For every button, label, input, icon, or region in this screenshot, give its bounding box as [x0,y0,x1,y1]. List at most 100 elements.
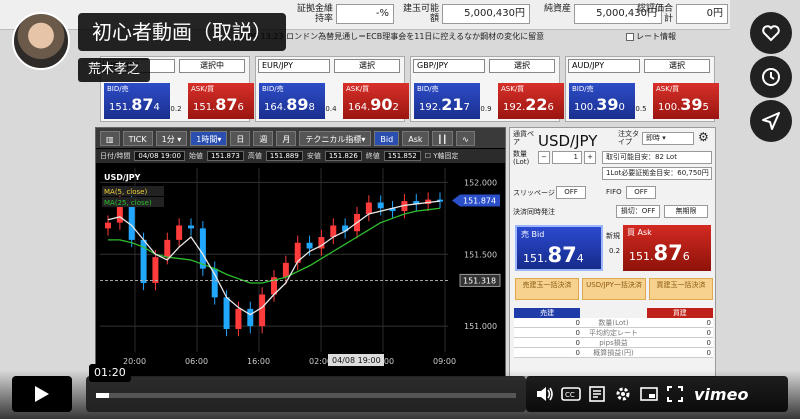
gear-icon[interactable]: ⚙ [698,130,709,144]
order-type-select[interactable]: 即時 ▾ [642,132,694,145]
candle [377,202,384,209]
pair-select-button[interactable]: 選択 [489,59,555,73]
progress-bar[interactable] [96,393,516,398]
pair-bid-button[interactable]: BID/売 164.898 [259,83,325,119]
bar-chart-icon[interactable]: ▥ [100,130,120,146]
chart-toolbar: ▥ TICK 1分 ▾ 1時間▾ 日 週 月 テクニカル指標▾ Bid Ask … [96,128,505,148]
y-tick-label: 151.500 [464,250,497,259]
video-title[interactable]: 初心者動画（取説） [78,13,286,51]
qty-plus-button[interactable]: + [584,151,596,164]
volume-icon[interactable] [534,383,556,405]
play-button[interactable] [12,376,72,412]
crosshair-time: 04/08 19:00 [332,356,381,365]
margin-ratio: 証拠金維持率 -% [296,4,394,24]
candle [223,297,230,329]
pair-select[interactable]: EUR/JPY [258,59,330,73]
minute-select[interactable]: 1分 ▾ [155,130,188,146]
pair-ask-button[interactable]: ASK/買 151.876 [188,83,254,119]
candle [247,308,254,327]
svg-text:CC: CC [565,391,575,399]
share-button[interactable] [750,100,792,142]
video-author[interactable]: 荒木孝之 [78,58,151,82]
unlimited-button[interactable]: 無期限 [664,205,708,218]
bid-toggle[interactable]: Bid [374,130,400,146]
pair-ask-button[interactable]: ASK/買 164.902 [343,83,409,119]
table-row: 0 平均約定レート 0 [514,328,713,338]
candle [188,225,194,229]
price-pointer [452,194,460,207]
heart-icon [762,25,780,42]
sell-bid-button[interactable]: 売 Bid 151.874 [515,225,603,271]
ask-toggle[interactable]: Ask [402,130,429,146]
vimeo-logo[interactable]: vimeo [694,385,748,404]
total-valuation: 総評価合計 0円 [636,4,728,24]
candle [105,222,111,229]
settle-buy-button[interactable]: 買建玉一括決済 [649,278,713,300]
pair-select-button[interactable]: 選択 [334,59,400,73]
price-chart[interactable]: ▥ TICK 1分 ▾ 1時間▾ 日 週 月 テクニカル指標▾ Bid Ask … [95,127,506,377]
fifo-toggle[interactable]: OFF [626,186,656,199]
pair-bid-button[interactable]: BID/売 100.390 [569,83,635,119]
progress-fill [96,393,109,398]
order-pair-name: USD/JPY [538,132,598,150]
fullscreen-icon[interactable] [664,383,686,405]
chart-canvas[interactable]: 152.000151.500151.00020:00 06:00 16:00 02:0… [96,164,505,376]
candle [199,228,206,269]
y-tick-label: 152.000 [464,178,497,187]
x-tick-label: 09:00 [433,357,456,366]
month-button[interactable]: 月 [276,130,297,146]
candle [365,202,372,214]
captions-icon[interactable]: CC [560,383,582,405]
player-right-controls: CC vimeo [526,376,788,412]
pair-spread: 0.9 [480,105,492,113]
pair-spread: 0.4 [325,105,337,113]
buy-ask-button[interactable]: 買 Ask 151.876 [623,225,711,271]
pair-bid-button[interactable]: BID/売 192.217 [414,83,480,119]
pair-spread: 0.5 [635,105,647,113]
candle [259,294,266,327]
news-ticker[interactable]: 4/09 13:23 ロンドン為替見通し＝ECB理事会を11日に控えるなか鋼材の… [240,31,620,43]
transcript-icon[interactable] [586,383,608,405]
clock-icon [762,68,780,86]
video-player[interactable]: 証拠金維持率 -% 建玉可能額 5,000,430円 純資産 5,000,430… [0,0,800,419]
margin-per-lot: 1Lot必要証拠金目安：60,750円 [602,167,712,180]
rate-info-checkbox[interactable]: レート情報 [626,31,676,42]
candle [152,257,159,283]
like-button[interactable] [750,12,792,54]
pair-select-button[interactable]: 選択中 [179,59,245,73]
x-tick-label: 16:00 [247,357,270,366]
author-avatar[interactable] [12,12,70,70]
table-row: 0 概算損益(円) 0 [514,348,713,358]
pair-ask-button[interactable]: ASK/買 192.226 [498,83,564,119]
settle-sell-button[interactable]: 売建玉一括決済 [515,278,579,300]
yaxis-fixed-checkbox[interactable]: ☐ Y軸固定 [425,151,459,161]
day-button[interactable]: 日 [230,130,251,146]
picture-in-picture-icon[interactable] [638,383,660,405]
table-row: 0 pips損益 0 [514,338,713,348]
play-icon [35,386,49,402]
settings-icon[interactable] [612,383,634,405]
stop-loss-toggle[interactable]: 損切：OFF [616,205,660,218]
candle-icon[interactable]: ┃┃ [431,130,454,146]
settle-pair-button[interactable]: USD/JPY一括決済 [582,278,646,300]
week-button[interactable]: 週 [253,130,274,146]
candle [306,242,313,249]
pair-panel: AUD/JPY 選択 BID/売 100.390 ASK/買 100.395 0.5 [565,56,719,122]
pair-select-button[interactable]: 選択 [644,59,710,73]
pair-select[interactable]: AUD/JPY [568,59,640,73]
qty-minus-button[interactable]: − [538,151,550,164]
hour-select[interactable]: 1時間▾ [190,130,228,146]
position-summary-table: 売建 買建 0 数量(Lot) 0 0 平均約定レート 0 0 pips損益 0 0 概算損益(円)… [514,308,713,358]
pair-ask-button[interactable]: ASK/買 100.395 [653,83,719,119]
line-chart-icon[interactable]: ∿ [456,130,475,146]
pair-select[interactable]: GBP/JPY [413,59,485,73]
pair-panel: EUR/JPY 選択 BID/売 164.898 ASK/買 164.902 0.4 [255,56,409,122]
slippage-toggle[interactable]: OFF [556,186,586,199]
pair-bid-button[interactable]: BID/売 151.874 [104,83,170,119]
qty-input[interactable]: 1 [552,151,582,164]
y-tick-label: 151.000 [464,322,497,331]
technical-select[interactable]: テクニカル指標▾ [299,130,372,146]
legend-entry: MA(5, close) [104,188,147,196]
watch-later-button[interactable] [750,56,792,98]
tick-button[interactable]: TICK [122,130,153,146]
